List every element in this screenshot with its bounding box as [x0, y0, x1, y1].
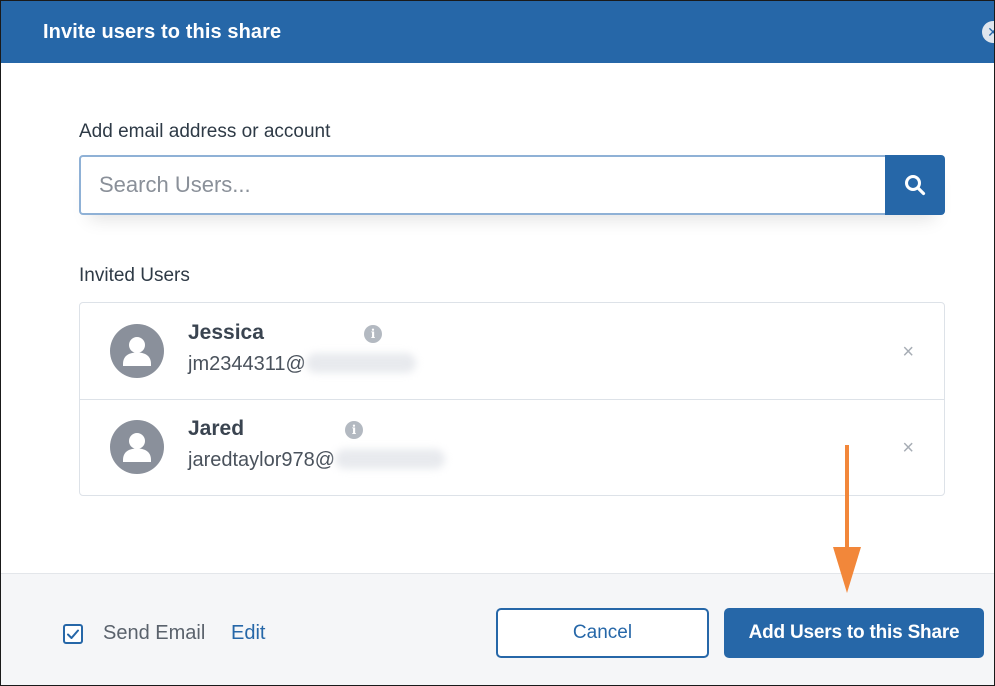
dialog-header: Invite users to this share ✕	[1, 1, 994, 63]
redacted-domain	[305, 353, 416, 373]
close-icon[interactable]: ×	[902, 341, 914, 364]
checkmark-icon	[67, 629, 79, 639]
search-bar	[79, 155, 945, 215]
user-avatar-icon	[110, 420, 164, 474]
info-icon[interactable]: i	[345, 421, 363, 439]
close-dialog-icon[interactable]: ✕	[982, 21, 994, 43]
user-name: Jessica	[188, 321, 264, 344]
user-name: Jared	[188, 417, 245, 440]
search-button[interactable]	[885, 155, 945, 215]
search-input[interactable]	[79, 155, 887, 215]
user-email: jm2344311@	[188, 353, 416, 376]
search-icon	[905, 175, 926, 196]
annotation-arrow	[833, 445, 861, 593]
list-item: Jessica i jm2344311@ ×	[80, 303, 944, 400]
send-email-label: Send Email	[103, 622, 206, 644]
redacted-domain	[335, 449, 446, 469]
edit-email-link[interactable]: Edit	[231, 622, 265, 645]
user-email: jaredtaylor978@	[188, 449, 446, 472]
close-icon[interactable]: ×	[902, 437, 914, 460]
invited-users-list: Jessica i jm2344311@ × Jared i jaredtayl…	[79, 302, 945, 496]
dialog-title: Invite users to this share	[43, 20, 282, 43]
search-label: Add email address or account	[79, 121, 331, 142]
invited-users-heading: Invited Users	[79, 265, 190, 286]
info-icon[interactable]: i	[364, 325, 382, 343]
cancel-button[interactable]: Cancel	[496, 608, 709, 658]
invite-users-dialog: Invite users to this share ✕ Add email a…	[0, 0, 995, 686]
send-email-checkbox[interactable]	[63, 624, 83, 644]
user-avatar-icon	[110, 324, 164, 378]
list-item: Jared i jaredtaylor978@ ×	[80, 399, 944, 495]
add-users-button[interactable]: Add Users to this Share	[724, 608, 984, 658]
